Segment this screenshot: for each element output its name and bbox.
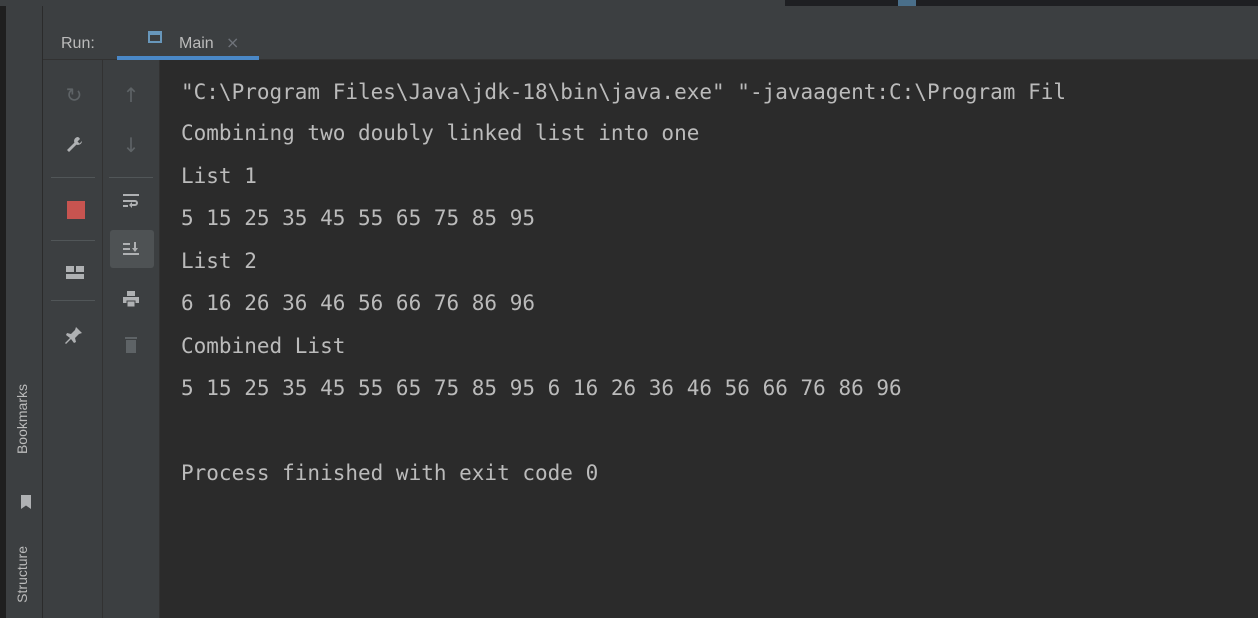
console-window-icon [148, 31, 162, 43]
down-arrow-icon[interactable]: ↓ [118, 132, 144, 158]
toolbar-separator [51, 240, 95, 241]
console-line: 5 15 25 35 45 55 65 75 85 95 [181, 206, 536, 230]
tab-main-label: Main [179, 35, 214, 52]
bookmark-icon[interactable] [21, 495, 31, 509]
wrench-icon[interactable] [61, 132, 87, 158]
console-line: 6 16 26 36 46 56 66 76 86 96 [181, 291, 536, 315]
console-line: Combining two doubly linked list into on… [181, 121, 700, 145]
tab-main[interactable]: Main × [117, 24, 259, 60]
console-output[interactable]: "C:\Program Files\Java\jdk-18\bin\java.e… [160, 60, 1258, 618]
side-tool-strip: Bookmarks Structure [6, 6, 43, 618]
trash-icon[interactable] [118, 332, 144, 358]
print-icon[interactable] [118, 286, 144, 312]
toolbar-separator [51, 177, 95, 178]
toolbar-separator [109, 177, 153, 178]
rerun-icon[interactable]: ↻ [61, 82, 87, 108]
toolbar-separator [51, 300, 95, 301]
scroll-to-end-icon[interactable] [118, 236, 144, 262]
console-line: List 1 [181, 164, 257, 188]
console-line: Combined List [181, 334, 346, 358]
structure-tab[interactable]: Structure [14, 546, 30, 603]
soft-wrap-icon[interactable] [118, 188, 144, 214]
console-line: List 2 [181, 249, 257, 273]
run-toolbar-secondary: ↑ ↓ [103, 60, 160, 618]
console-line: Process finished with exit code 0 [181, 461, 599, 485]
close-tab-icon[interactable]: × [226, 33, 239, 52]
console-line: "C:\Program Files\Java\jdk-18\bin\java.e… [181, 80, 1067, 104]
console-line: 5 15 25 35 45 55 65 75 85 95 6 16 26 36 … [181, 376, 902, 400]
up-arrow-icon[interactable]: ↑ [118, 82, 144, 108]
layout-icon[interactable] [66, 266, 84, 279]
bookmarks-tab[interactable]: Bookmarks [14, 384, 30, 454]
run-tool-window-header: Run: Main × [43, 6, 1258, 60]
run-toolbar-primary: ↻ [43, 60, 103, 618]
run-label: Run: [61, 35, 95, 52]
stop-icon[interactable] [67, 201, 85, 219]
pin-icon[interactable] [61, 322, 87, 348]
